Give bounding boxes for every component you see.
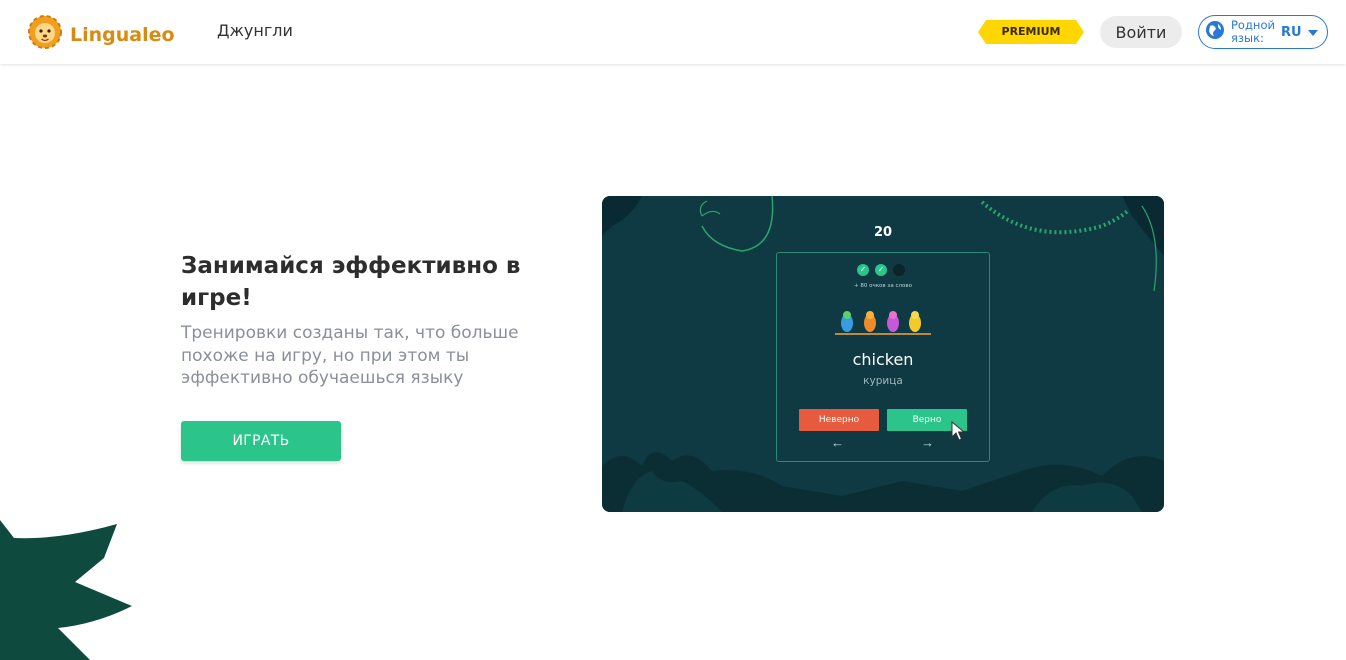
globe-icon: [1205, 20, 1225, 45]
logo-text: Lingualeo: [70, 23, 175, 46]
login-button[interactable]: Войти: [1100, 16, 1182, 48]
game-translation: курица: [863, 375, 903, 387]
top-header: Lingualeo Джунгли PREMIUM Войти Родной я…: [0, 0, 1346, 64]
prev-arrow-icon: ←: [831, 435, 844, 450]
progress-dots: ✓ ✓: [857, 264, 905, 276]
language-caption: Родной язык:: [1231, 18, 1275, 45]
nav-link-jungle[interactable]: Джунгли: [217, 21, 293, 40]
word-card: ✓ ✓ + 80 очков за слово chicken курица Н…: [776, 252, 990, 462]
hero-headline: Занимайся эффективно в игре!: [181, 253, 521, 311]
play-button[interactable]: ИГРАТЬ: [181, 421, 341, 461]
native-language-selector[interactable]: Родной язык: RU: [1198, 15, 1328, 49]
logo-link[interactable]: Lingualeo: [28, 15, 175, 54]
lion-icon: [28, 15, 62, 54]
game-word: chicken: [852, 350, 914, 369]
premium-label: PREMIUM: [1001, 25, 1061, 38]
progress-dot-pending: [893, 264, 905, 276]
next-arrow-icon: →: [921, 435, 934, 450]
caret-down-icon: [1307, 23, 1318, 41]
wrong-answer-button: Неверно: [799, 409, 879, 431]
points-hint: + 80 очков за слово: [854, 283, 912, 289]
progress-dot-done: ✓: [875, 264, 887, 276]
hero-description: Тренировки созданы так, что больше похож…: [181, 323, 519, 388]
game-preview: 20 ✓ ✓ + 80 очков за слово chicken куриц…: [602, 196, 1164, 512]
premium-badge[interactable]: PREMIUM: [978, 20, 1084, 44]
progress-dot-done: ✓: [857, 264, 869, 276]
palm-leaf-decoration: [0, 520, 140, 660]
parrots-illustration: [835, 309, 931, 344]
game-score: 20: [873, 225, 893, 240]
language-code: RU: [1281, 24, 1302, 40]
mouse-pointer-icon: [951, 420, 967, 446]
